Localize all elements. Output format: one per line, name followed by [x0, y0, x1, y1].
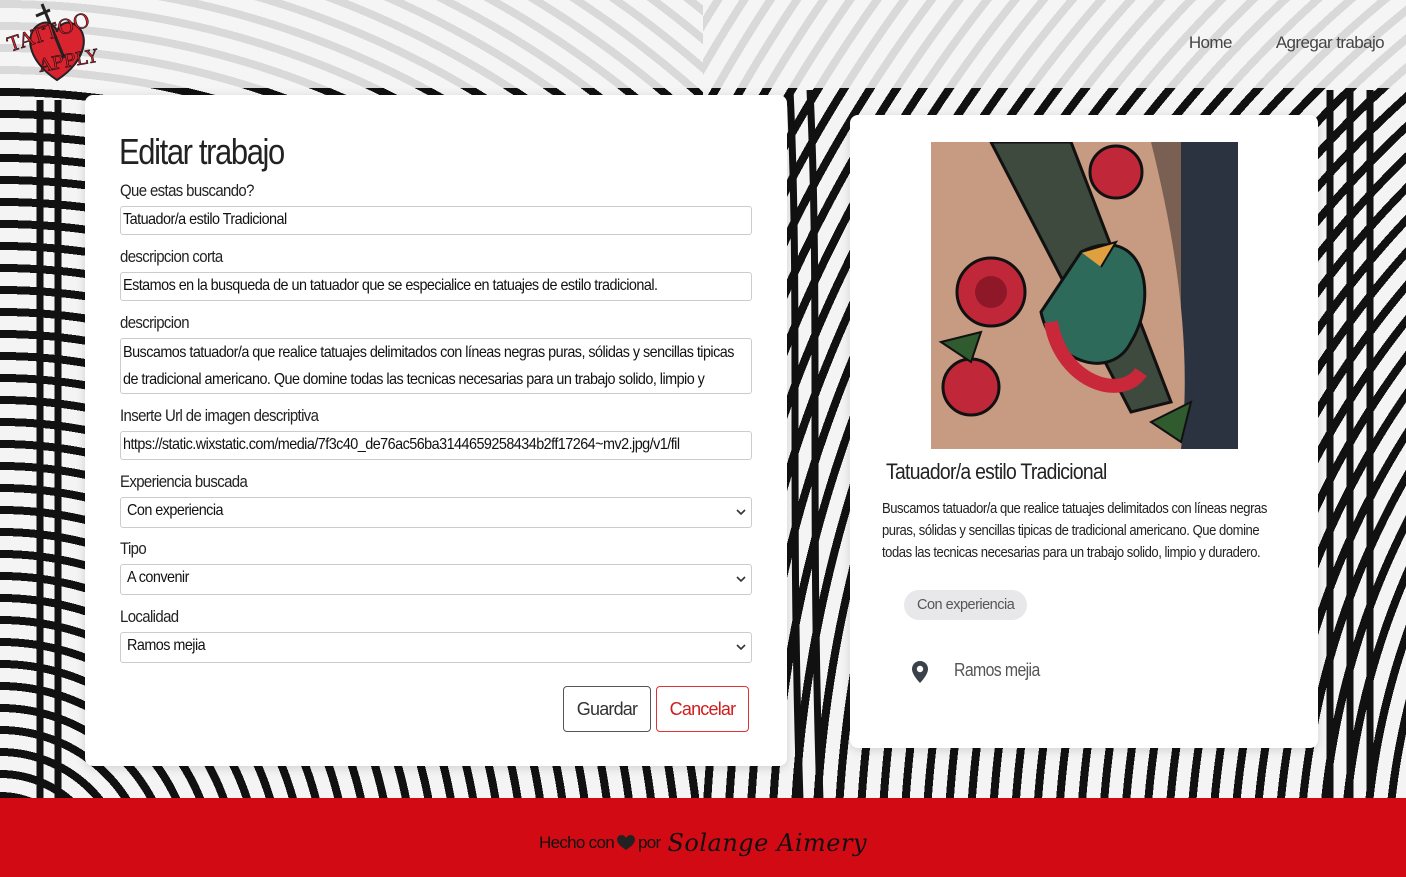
logo[interactable]: TATTOO APPLY	[4, 2, 108, 84]
short-description-input[interactable]: Estamos en la busqueda de un tatuador qu…	[120, 272, 752, 301]
cancel-button[interactable]: Cancelar	[656, 686, 749, 732]
edit-job-form: Editar trabajo Que estas buscando? Tatua…	[85, 95, 787, 766]
experience-label: Experiencia buscada	[120, 472, 248, 491]
image-url-input[interactable]: https://static.wixstatic.com/media/7f3c4…	[120, 431, 752, 460]
title-input[interactable]: Tatuador/a estilo Tradicional	[120, 206, 752, 235]
image-url-label: Inserte Url de imagen descriptiva	[120, 406, 319, 425]
job-preview-card: Tatuador/a estilo Tradicional Buscamos t…	[850, 115, 1318, 748]
preview-title: Tatuador/a estilo Tradicional	[886, 459, 1107, 484]
location-label: Localidad	[120, 607, 179, 626]
footer-text-before: Hecho con	[539, 832, 615, 852]
experience-select[interactable]: Con experiencia	[120, 497, 752, 528]
short-description-label: descripcion corta	[120, 247, 223, 266]
preview-location: Ramos mejia	[954, 660, 1040, 680]
location-pin-icon	[912, 661, 928, 683]
chevron-down-icon	[736, 576, 746, 583]
footer: Hecho con por Solange Aimery	[0, 798, 1406, 877]
description-label: descripcion	[120, 313, 190, 332]
footer-text-after: por	[637, 832, 661, 852]
navbar: TATTOO APPLY Home Agregar trabajo	[0, 0, 1406, 88]
title-label: Que estas buscando?	[120, 181, 254, 200]
nav-link-add-job[interactable]: Agregar trabajo	[1276, 33, 1385, 53]
experience-badge: Con experiencia	[904, 590, 1028, 620]
description-textarea[interactable]: Buscamos tatuador/a que realice tatuajes…	[120, 338, 752, 394]
preview-image	[931, 142, 1238, 449]
chevron-down-icon	[736, 509, 746, 516]
location-select[interactable]: Ramos mejia	[120, 632, 752, 663]
nav-link-home[interactable]: Home	[1189, 33, 1233, 53]
tattoo-image	[931, 142, 1238, 449]
heart-icon	[616, 834, 635, 850]
nav-links: Home Agregar trabajo	[1189, 33, 1385, 53]
type-select[interactable]: A convenir	[120, 564, 752, 595]
chevron-down-icon	[736, 644, 746, 651]
type-label: Tipo	[120, 539, 147, 558]
preview-description: Buscamos tatuador/a que realice tatuajes…	[882, 501, 1267, 561]
footer-signature: Solange Aimery	[667, 828, 867, 857]
save-button[interactable]: Guardar	[563, 686, 651, 732]
logo-heart-dagger-icon: TATTOO APPLY	[4, 3, 101, 82]
form-title: Editar trabajo	[119, 131, 285, 172]
